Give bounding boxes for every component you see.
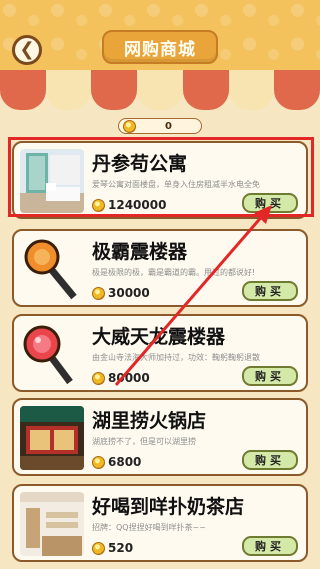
page-title: 网购商城 bbox=[102, 30, 218, 64]
item-price-value: 30000 bbox=[108, 286, 150, 300]
back-button[interactable]: ❮ bbox=[12, 35, 42, 65]
item-name: 极霸震楼器 bbox=[92, 241, 188, 263]
coin-icon bbox=[92, 371, 105, 385]
item-price: 6800 bbox=[92, 455, 141, 469]
header-bar: ❮ 网购商城 bbox=[0, 0, 320, 70]
item-price: 80000 bbox=[92, 371, 150, 385]
shop-item-vibrator: 极霸震楼器 极是极限的极，霸是霸道的霸。用过的都说好! 30000 购买 bbox=[12, 229, 308, 307]
milk-tea-thumbnail bbox=[20, 492, 84, 556]
awning-stripe bbox=[0, 70, 46, 110]
awning-stripe bbox=[182, 70, 229, 110]
awning-stripe bbox=[137, 70, 183, 110]
coin-icon bbox=[92, 455, 105, 469]
item-price: 30000 bbox=[92, 286, 150, 300]
awning-stripe bbox=[45, 70, 92, 110]
item-name: 丹参苟公寓 bbox=[92, 153, 188, 175]
item-description: 爱琴公寓对面楼盘，单身入住房租减半水电全免 bbox=[92, 180, 260, 189]
buy-button[interactable]: 购买 bbox=[242, 281, 298, 301]
chevron-left-icon: ❮ bbox=[19, 39, 35, 60]
apartment-thumbnail bbox=[20, 149, 84, 213]
coin-icon bbox=[123, 119, 136, 133]
dragon-vibrator-thumbnail bbox=[20, 322, 84, 386]
awning-stripe bbox=[228, 70, 275, 110]
item-price-value: 520 bbox=[108, 541, 134, 555]
coin-icon bbox=[92, 541, 105, 555]
item-description: 招牌：QQ捏捏好喝到咩扑茶~~ bbox=[92, 523, 206, 532]
item-description: 极是极限的极，霸是霸道的霸。用过的都说好! bbox=[92, 268, 256, 277]
item-description: 湖底捞不了，但是可以湖里捞 bbox=[92, 437, 196, 446]
awning-stripe bbox=[91, 70, 138, 110]
coin-counter: 0 bbox=[118, 118, 202, 134]
coin-icon bbox=[92, 286, 105, 300]
item-price-value: 6800 bbox=[108, 455, 142, 469]
awning-stripe bbox=[274, 70, 320, 110]
shop-item-milk-tea: 好喝到咩扑奶茶店 招牌：QQ捏捏好喝到咩扑茶~~ 520 购买 bbox=[12, 484, 308, 562]
hotpot-thumbnail bbox=[20, 406, 84, 470]
shop-awning bbox=[0, 70, 320, 110]
buy-button[interactable]: 购买 bbox=[242, 193, 298, 213]
vibrator-thumbnail bbox=[20, 237, 84, 301]
item-price-value: 1240000 bbox=[108, 198, 167, 212]
item-price: 520 bbox=[92, 541, 133, 555]
item-price-value: 80000 bbox=[108, 371, 150, 385]
item-name: 大威天龙震楼器 bbox=[92, 326, 226, 348]
buy-button[interactable]: 购买 bbox=[242, 536, 298, 556]
shop-item-dragon-vibrator: 大威天龙震楼器 由金山寺法海大师加持过，功效：鞠躬鞠躬退散 80000 购买 bbox=[12, 314, 308, 392]
item-name: 好喝到咩扑奶茶店 bbox=[92, 496, 245, 518]
coin-icon bbox=[92, 198, 105, 212]
item-description: 由金山寺法海大师加持过，功效：鞠躬鞠躬退散 bbox=[92, 353, 260, 362]
buy-button[interactable]: 购买 bbox=[242, 366, 298, 386]
shop-item-apartment: 丹参苟公寓 爱琴公寓对面楼盘，单身入住房租减半水电全免 1240000 购买 bbox=[12, 141, 308, 219]
item-name: 湖里捞火锅店 bbox=[92, 410, 207, 432]
item-price: 1240000 bbox=[92, 198, 166, 212]
coin-count: 0 bbox=[165, 120, 172, 132]
buy-button[interactable]: 购买 bbox=[242, 450, 298, 470]
shop-item-hotpot: 湖里捞火锅店 湖底捞不了，但是可以湖里捞 6800 购买 bbox=[12, 398, 308, 476]
